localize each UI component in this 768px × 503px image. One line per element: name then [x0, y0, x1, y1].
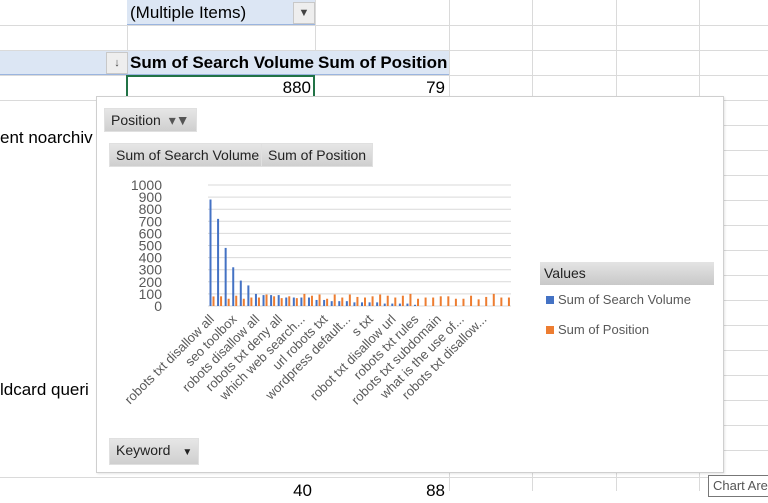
search-volume-bar — [217, 218, 220, 306]
position-bar — [417, 298, 420, 306]
position-bar — [364, 297, 366, 306]
position-bar — [242, 298, 245, 306]
position-bar — [212, 296, 215, 306]
position-bar — [432, 297, 435, 306]
position-bar — [348, 294, 351, 306]
search-volume-bar — [338, 301, 341, 306]
search-volume-bar — [254, 293, 257, 306]
position-bar — [295, 298, 298, 306]
position-bar — [477, 299, 480, 306]
search-volume-bar — [398, 303, 401, 306]
search-volume-bar — [307, 297, 310, 306]
legend-label: Sum of Search Volume — [558, 292, 691, 307]
legend-item-search-volume[interactable]: Sum of Search Volume — [546, 292, 691, 307]
position-bar — [401, 295, 404, 306]
search-volume-bar — [262, 295, 265, 306]
position-bar — [371, 296, 374, 306]
search-volume-bar — [383, 303, 386, 306]
position-bar — [386, 295, 389, 306]
search-volume-bar — [239, 280, 242, 306]
position-bar — [356, 296, 359, 306]
position-bar — [288, 296, 291, 306]
position-bar — [250, 297, 253, 306]
position-bar — [280, 298, 283, 306]
search-volume-bar — [330, 301, 333, 306]
search-volume-bar — [323, 299, 326, 306]
position-bar — [341, 297, 344, 306]
keyword-cell[interactable]: ent noarchiv — [0, 125, 93, 150]
position-bar — [318, 294, 321, 306]
search-volume-bar — [376, 302, 379, 306]
pivot-chart[interactable]: Position ▾▼ Sum of Search Volume Sum of … — [96, 96, 724, 473]
report-filter-value[interactable]: (Multiple Items) — [130, 0, 246, 25]
search-volume-bar — [270, 295, 273, 306]
search-volume-bar — [406, 303, 409, 306]
header-position[interactable]: Sum of Position — [318, 50, 447, 75]
keyword-cell[interactable]: ldcard queri — [0, 377, 89, 402]
position-bar — [394, 297, 397, 306]
keyword-axis-button[interactable]: Keyword ▼ — [109, 438, 200, 465]
sort-dropdown-button[interactable]: ↓ — [106, 52, 128, 74]
position-bar — [265, 294, 268, 306]
legend-swatch-icon — [546, 296, 554, 304]
search-volume-bar — [391, 303, 394, 306]
search-volume-bar — [224, 247, 227, 306]
chevron-down-icon: ▼ — [182, 447, 193, 458]
position-bar — [462, 298, 465, 306]
position-bar — [227, 298, 230, 306]
position-bar — [439, 296, 442, 306]
search-volume-bar — [277, 295, 280, 306]
filter-dropdown-button[interactable]: ▼ — [293, 2, 315, 24]
search-volume-bar — [300, 297, 303, 306]
position-bar — [303, 293, 306, 306]
position-bar — [220, 296, 223, 306]
search-volume-bar — [232, 267, 235, 306]
position-bar — [235, 295, 238, 306]
position-bar — [326, 298, 329, 306]
position-bar — [257, 297, 260, 306]
search-volume-bar — [361, 302, 363, 306]
position-bar — [379, 294, 382, 306]
position-bar — [500, 297, 503, 306]
search-volume-bar — [247, 285, 250, 306]
position-bar — [485, 296, 488, 306]
chart-area-tooltip: Chart Area — [708, 475, 768, 497]
position-bar — [310, 295, 313, 306]
legend-title: Values — [540, 262, 714, 285]
legend-label: Sum of Position — [558, 322, 650, 337]
position-bar — [470, 295, 473, 306]
position-bar — [454, 298, 457, 306]
search-volume-bar — [368, 302, 371, 306]
search-volume-bar — [315, 299, 318, 306]
position-bar — [333, 294, 336, 306]
search-volume-bar — [353, 302, 356, 306]
position-bar — [409, 293, 412, 306]
position-bar — [424, 297, 427, 306]
header-search-volume[interactable]: Sum of Search Volume — [130, 50, 314, 75]
search-volume-bar — [285, 297, 288, 306]
legend-swatch-icon — [546, 326, 554, 334]
position-bar — [507, 297, 510, 306]
search-volume-bar — [345, 301, 348, 306]
position-bar — [492, 293, 495, 306]
keyword-axis-label: Keyword — [116, 442, 171, 458]
position-bar — [447, 296, 450, 306]
x-tick-label: robots txt disallow all — [121, 311, 216, 406]
search-volume-bar — [209, 199, 212, 306]
legend-item-position[interactable]: Sum of Position — [546, 322, 649, 337]
search-volume-bar — [292, 297, 295, 306]
y-tick-label: 1000 — [131, 177, 162, 193]
search-volume-bar — [414, 304, 417, 306]
position-bar — [273, 296, 276, 306]
